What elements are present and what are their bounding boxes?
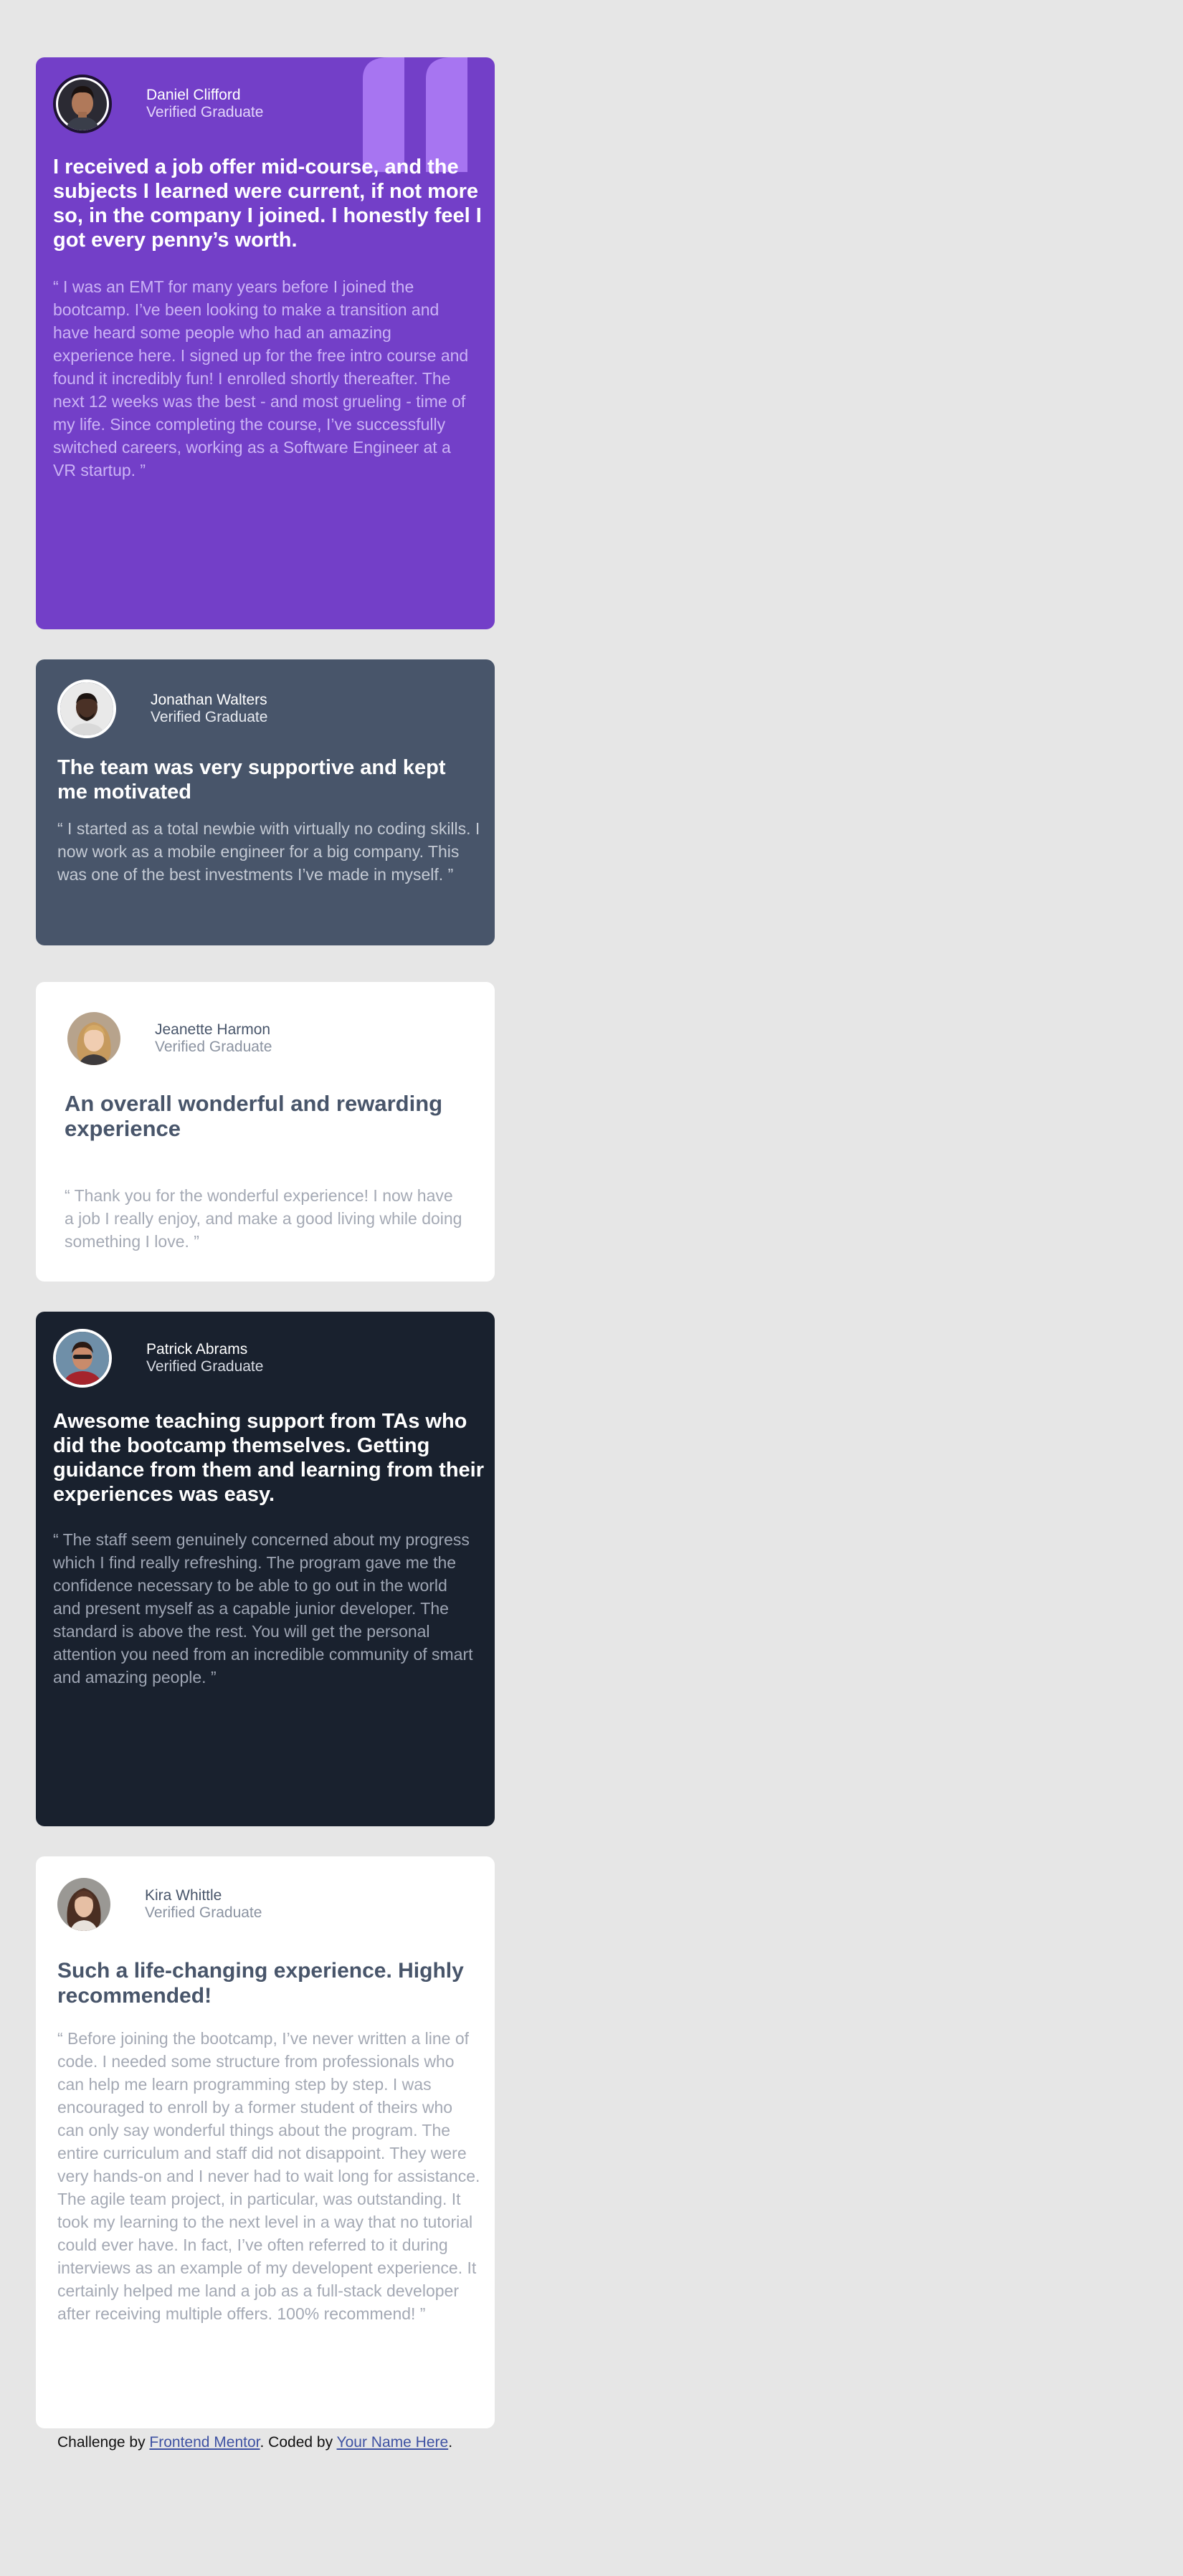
author-role: Verified Graduate — [151, 709, 268, 725]
testimonial-body: “ Thank you for the wonderful experience… — [65, 1186, 462, 1251]
author-name: Jonathan Walters — [151, 692, 267, 709]
attribution-prefix: Challenge by — [57, 2434, 150, 2451]
avatar-daniel — [53, 75, 112, 133]
testimonial-card-patrick: Patrick Abrams Verified Graduate Awesome… — [36, 1312, 495, 1826]
author-role: Verified Graduate — [145, 1904, 262, 1921]
frontend-mentor-link[interactable]: Frontend Mentor — [149, 2434, 260, 2451]
author-role: Verified Graduate — [155, 1039, 272, 1055]
testimonial-body: “ Before joining the bootcamp, I’ve neve… — [57, 2029, 480, 2323]
avatar-jeanette — [67, 1012, 120, 1065]
testimonial-headline: An overall wonderful and rewarding exper… — [65, 1091, 443, 1141]
attribution: Challenge by Frontend Mentor. Coded by Y… — [57, 2434, 452, 2451]
testimonial-headline: Awesome teaching support from TAs who di… — [53, 1410, 485, 1506]
avatar-jonathan — [57, 679, 116, 738]
author-info: Daniel Clifford Verified Graduate — [53, 75, 263, 133]
avatar-patrick — [53, 1329, 112, 1388]
testimonial-headline: The team was very supportive and kept me… — [57, 756, 446, 803]
testimonial-headline: Such a life-changing experience. Highly … — [57, 1959, 464, 2008]
testimonial-card-kira: Kira Whittle Verified Graduate Such a li… — [36, 1856, 495, 2428]
testimonial-body: “ I started as a total newbie with virtu… — [57, 819, 480, 884]
testimonial-card-daniel: Daniel Clifford Verified Graduate I rece… — [36, 57, 495, 629]
author-link[interactable]: Your Name Here — [337, 2434, 449, 2451]
author-role: Verified Graduate — [146, 1358, 264, 1375]
author-info: Jeanette Harmon Verified Graduate — [67, 1012, 272, 1065]
author-name: Daniel Clifford — [146, 87, 241, 104]
author-name: Patrick Abrams — [146, 1341, 248, 1358]
testimonial-body: “ The staff seem genuinely concerned abo… — [53, 1530, 473, 1687]
attribution-middle: . Coded by — [260, 2434, 337, 2451]
attribution-suffix: . — [448, 2434, 453, 2451]
testimonial-card-jonathan: Jonathan Walters Verified Graduate The t… — [36, 659, 495, 945]
author-name: Jeanette Harmon — [155, 1021, 271, 1039]
author-info: Patrick Abrams Verified Graduate — [53, 1329, 263, 1388]
testimonial-body: “ I was an EMT for many years before I j… — [53, 277, 469, 480]
author-name: Kira Whittle — [145, 1887, 222, 1904]
author-info: Kira Whittle Verified Graduate — [57, 1878, 262, 1931]
author-info: Jonathan Walters Verified Graduate — [57, 679, 267, 738]
avatar-kira — [57, 1878, 110, 1931]
testimonial-card-jeanette: Jeanette Harmon Verified Graduate An ove… — [36, 982, 495, 1282]
testimonial-headline: I received a job offer mid-course, and t… — [53, 156, 482, 252]
author-role: Verified Graduate — [146, 104, 264, 120]
